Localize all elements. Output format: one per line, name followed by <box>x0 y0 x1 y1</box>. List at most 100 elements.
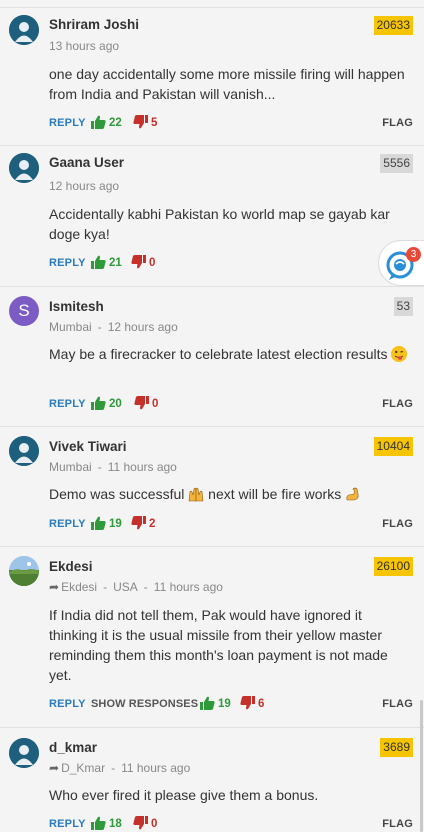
user-points-badge: 10404 <box>373 437 413 456</box>
user-avatar[interactable]: S <box>9 296 39 326</box>
user-avatar[interactable] <box>9 556 39 586</box>
upvote-count: 19 <box>109 518 122 530</box>
user-avatar[interactable] <box>9 738 39 768</box>
handle-link[interactable]: D_Kmar <box>61 761 105 775</box>
chat-notification-badge: 3 <box>406 247 421 262</box>
downvote-count: 2 <box>149 518 156 530</box>
thumbs-down-icon <box>240 696 255 710</box>
downvote-button[interactable]: 6 <box>240 696 264 714</box>
comment-text: one day accidentally some more missile f… <box>49 66 405 102</box>
comment-meta: ➦ Ekdesi - USA -11 hours ago <box>49 580 223 594</box>
comment-text: If India did not tell them, Pak would ha… <box>49 607 388 683</box>
comment-text: Who ever fired it please give them a bon… <box>49 787 319 803</box>
handle-link[interactable]: Ekdesi <box>61 580 97 594</box>
comment-meta: ➦ D_Kmar -11 hours ago <box>49 761 191 775</box>
downvote-button[interactable]: 0 <box>131 255 155 273</box>
flexed-biceps-emoji-icon <box>345 486 361 502</box>
commenter-name[interactable]: Ekdesi <box>49 559 93 574</box>
upvote-count: 22 <box>109 117 122 129</box>
user-points-badge: 3689 <box>380 738 413 757</box>
flag-button[interactable]: FLAG <box>382 818 413 830</box>
comment-item: Gaana User 12 hours ago 5556 Accidentall… <box>0 146 424 287</box>
comment-time: 11 hours ago <box>153 580 223 594</box>
chat-widget-button[interactable] <box>378 240 424 286</box>
comment-text-body: May be a firecracker to celebrate latest… <box>49 346 388 362</box>
reply-button[interactable]: REPLY <box>49 518 86 530</box>
comment-item: Ekdesi ➦ Ekdesi - USA -11 hours ago 26100 If… <box>0 547 424 728</box>
downvote-count: 0 <box>149 257 156 269</box>
commenter-name[interactable]: Gaana User <box>49 155 124 170</box>
commenter-name[interactable]: d_kmar <box>49 740 97 755</box>
flag-button[interactable]: FLAG <box>382 398 413 410</box>
commenter-name[interactable]: Vivek Tiwari <box>49 439 127 454</box>
comment-meta: Mumbai -12 hours ago <box>49 320 178 334</box>
downvote-count: 5 <box>151 117 158 129</box>
comment-time: 11 hours ago <box>121 761 191 775</box>
reply-button[interactable]: REPLY <box>49 398 86 410</box>
comment-actions: REPLY SHOW RESPONSES 19 6 FLAG <box>49 696 413 714</box>
comment-item: Shriram Joshi 13 hours ago 20633 one day… <box>0 8 424 146</box>
downvote-button[interactable]: 0 <box>134 396 158 414</box>
raised-hands-emoji-icon <box>188 486 204 502</box>
downvote-button[interactable]: 0 <box>133 816 157 832</box>
comment-actions: REPLY 22 5 FLAG <box>49 115 413 133</box>
thumbs-down-icon <box>133 115 148 129</box>
thumbs-up-icon <box>91 516 106 530</box>
upvote-button[interactable]: 21 <box>91 255 122 273</box>
upvote-count: 20 <box>109 398 122 410</box>
reply-button[interactable]: REPLY <box>49 117 86 129</box>
comment-actions: REPLY 19 2 FLAG <box>49 516 413 534</box>
comment-time: 12 hours ago <box>49 179 120 193</box>
reply-button[interactable]: REPLY <box>49 818 86 830</box>
downvote-count: 0 <box>151 818 158 830</box>
flag-button[interactable]: FLAG <box>382 117 413 129</box>
comment-item: S Ismitesh Mumbai -12 hours ago 53 May be… <box>0 287 424 427</box>
thumbs-down-icon <box>131 516 146 530</box>
thumbs-down-icon <box>134 396 149 410</box>
commenter-name[interactable]: Shriram Joshi <box>49 17 139 32</box>
downvote-count: 0 <box>152 398 159 410</box>
upvote-button[interactable]: 22 <box>91 115 122 133</box>
comment-meta: Mumbai -11 hours ago <box>49 460 177 474</box>
thumbs-up-icon <box>91 816 106 830</box>
upvote-count: 18 <box>109 818 122 830</box>
reply-button[interactable]: REPLY <box>49 698 86 710</box>
commenter-name[interactable]: Ismitesh <box>49 299 104 314</box>
location-label: Mumbai <box>49 320 92 334</box>
flag-button[interactable]: FLAG <box>382 518 413 530</box>
user-points-badge: 5556 <box>380 154 413 173</box>
thumbs-down-icon <box>133 816 148 830</box>
upvote-button[interactable]: 19 <box>200 696 231 714</box>
thumbs-up-icon <box>200 696 215 710</box>
show-responses-button[interactable]: SHOW RESPONSES <box>91 698 198 710</box>
comment-actions: REPLY 21 0 <box>49 255 413 273</box>
upvote-button[interactable]: 18 <box>91 816 122 832</box>
reply-button[interactable]: REPLY <box>49 257 86 269</box>
comment-text: Demo was successful next will be fire wo… <box>49 484 408 504</box>
comment-actions: REPLY 20 0 FLAG <box>49 396 413 414</box>
upvote-count: 19 <box>218 698 231 710</box>
thumbs-down-icon <box>131 255 146 269</box>
comment-time: 12 hours ago <box>107 320 178 334</box>
comment-item: Vivek Tiwari Mumbai -11 hours ago 10404 D… <box>0 427 424 547</box>
upvote-button[interactable]: 20 <box>91 396 122 414</box>
share-arrow-icon: ➦ <box>49 761 60 775</box>
thumbs-up-icon <box>91 396 106 410</box>
user-avatar[interactable] <box>9 153 39 183</box>
scrollbar-thumb[interactable] <box>420 700 423 832</box>
thumbs-up-icon <box>91 255 106 269</box>
user-points-badge: 53 <box>393 297 413 316</box>
comment-text-part: next will be fire works <box>208 486 342 502</box>
user-avatar[interactable] <box>9 436 39 466</box>
comment-text: May be a firecracker to celebrate latest… <box>49 344 408 364</box>
downvote-button[interactable]: 2 <box>131 516 155 534</box>
user-points-badge: 20633 <box>373 16 413 35</box>
flag-button[interactable]: FLAG <box>382 698 413 710</box>
user-points-badge: 26100 <box>373 557 413 576</box>
comment-text: Accidentally kabhi Pakistan ko world map… <box>49 206 390 242</box>
upvote-button[interactable]: 19 <box>91 516 122 534</box>
user-avatar[interactable] <box>9 15 39 45</box>
downvote-button[interactable]: 5 <box>133 115 157 133</box>
comment-time: 11 hours ago <box>107 460 177 474</box>
comment-text-part: Demo was successful <box>49 486 185 502</box>
